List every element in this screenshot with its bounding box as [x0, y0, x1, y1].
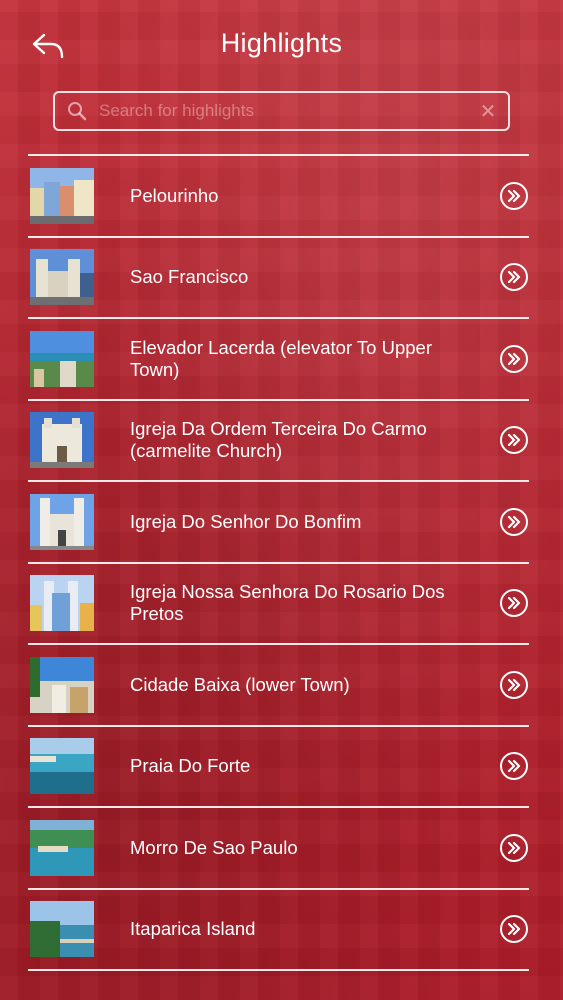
thumbnail-image [30, 249, 94, 306]
double-chevron-right-icon [507, 434, 521, 447]
open-item-button[interactable] [500, 915, 528, 944]
double-chevron-right-icon [507, 271, 521, 284]
item-label: Cidade Baixa (lower Town) [130, 673, 350, 695]
highlights-list: Pelourinho Sao Francisco Elevador Lacerd… [28, 154, 529, 971]
list-item[interactable]: Cidade Baixa (lower Town) [28, 645, 529, 725]
thumbnail-image [30, 575, 94, 632]
item-label: Sao Francisco [130, 266, 249, 288]
open-item-button[interactable] [500, 670, 528, 699]
item-label: Igreja Nossa Senhora Do Rosario Dos Pret… [130, 581, 445, 625]
open-item-button[interactable] [500, 181, 528, 210]
item-label: Praia Do Forte [130, 755, 251, 777]
thumbnail-image [30, 493, 94, 550]
open-item-button[interactable] [500, 263, 528, 292]
page-title: Highlights [220, 28, 343, 58]
open-item-button[interactable] [500, 426, 528, 455]
list-item[interactable]: Igreja Nossa Senhora Do Rosario Dos Pret… [28, 564, 529, 644]
list-item[interactable]: Praia Do Forte [28, 727, 529, 807]
header: Highlights [0, 0, 563, 90]
double-chevron-right-icon [507, 189, 521, 202]
list-item[interactable]: Igreja Da Ordem Terceira Do Carmo (carme… [28, 401, 529, 481]
double-chevron-right-icon [507, 678, 521, 691]
double-chevron-right-icon [507, 515, 521, 528]
thumbnail-image [30, 819, 94, 876]
double-chevron-right-icon [507, 841, 521, 854]
clear-search-button[interactable]: ✕ [468, 93, 508, 129]
open-item-button[interactable] [500, 344, 528, 373]
double-chevron-right-icon [507, 923, 521, 936]
search-bar: ✕ [53, 91, 510, 131]
search-icon [55, 93, 99, 129]
thumbnail-image [30, 167, 94, 224]
open-item-button[interactable] [500, 833, 528, 862]
double-chevron-right-icon [507, 597, 521, 610]
thumbnail-image [30, 330, 94, 387]
list-item[interactable]: Itaparica Island [28, 890, 529, 970]
item-label: Pelourinho [130, 184, 219, 206]
clear-icon: ✕ [479, 100, 497, 123]
thumbnail-image [30, 656, 94, 713]
item-label: Morro De Sao Paulo [130, 836, 298, 858]
item-label: Igreja Da Ordem Terceira Do Carmo (carme… [130, 418, 427, 462]
open-item-button[interactable] [500, 507, 528, 536]
thumbnail-image [30, 412, 94, 469]
list-item[interactable]: Sao Francisco [28, 238, 529, 318]
item-label: Igreja Do Senhor Do Bonfim [130, 510, 362, 532]
list-item[interactable]: Igreja Do Senhor Do Bonfim [28, 482, 529, 562]
list-item[interactable]: Morro De Sao Paulo [28, 808, 529, 888]
thumbnail-image [30, 901, 94, 958]
double-chevron-right-icon [507, 760, 521, 773]
item-label: Itaparica Island [130, 918, 256, 940]
list-divider [28, 969, 529, 971]
list-item[interactable]: Pelourinho [28, 156, 529, 236]
double-chevron-right-icon [507, 352, 521, 365]
open-item-button[interactable] [500, 589, 528, 618]
open-item-button[interactable] [500, 752, 528, 781]
search-input[interactable] [99, 93, 468, 129]
list-item[interactable]: Elevador Lacerda (elevator To Upper Town… [28, 319, 529, 399]
item-label: Elevador Lacerda (elevator To Upper Town… [130, 336, 432, 380]
thumbnail-image [30, 738, 94, 795]
